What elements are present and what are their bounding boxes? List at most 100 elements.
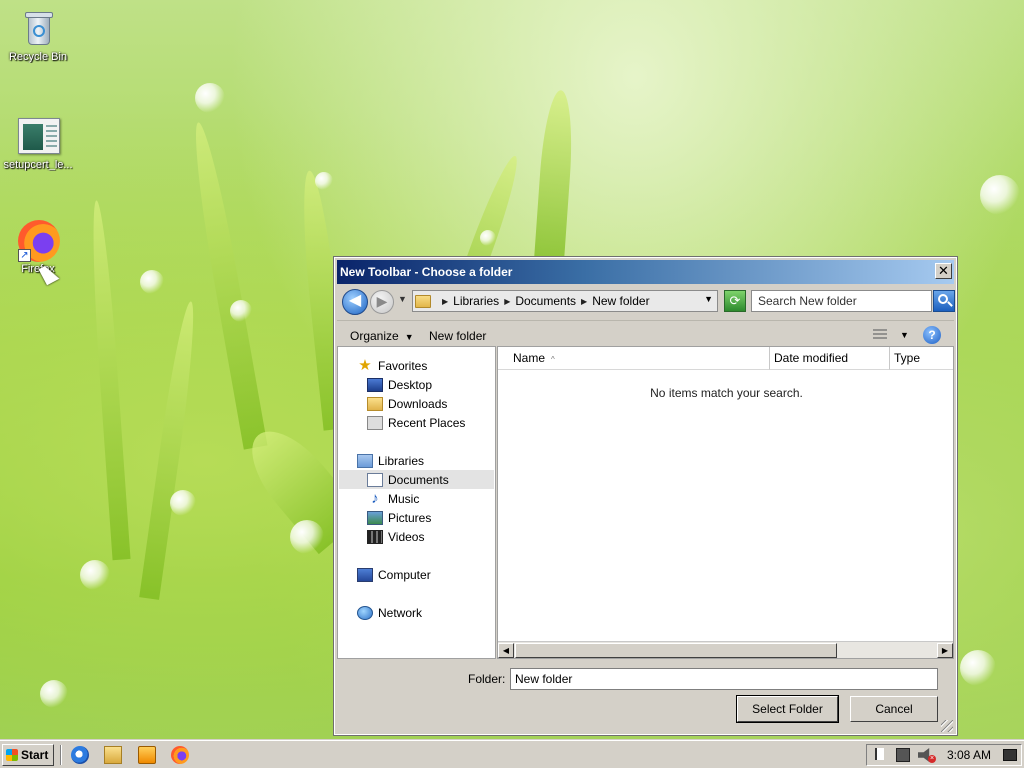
- choose-folder-dialog: New Toolbar - Choose a folder ✕ ◀ ▶ ▼ ▶ …: [333, 256, 958, 736]
- installer-icon: [18, 116, 60, 156]
- system-tray: × 3:08 AM: [866, 744, 1022, 766]
- navigation-bar: ◀ ▶ ▼ ▶ Libraries ▶ Documents ▶ New fold…: [337, 286, 955, 316]
- videos-icon: [367, 529, 383, 544]
- recent-places-icon: [367, 415, 383, 430]
- sidebar-item-label: Pictures: [388, 510, 432, 525]
- sidebar-item-recent-places[interactable]: Recent Places: [367, 413, 465, 432]
- sidebar-item-favorites[interactable]: ★ Favorites: [357, 356, 427, 375]
- crumb-separator-icon[interactable]: ▶: [581, 297, 587, 306]
- column-header-type[interactable]: Type: [890, 347, 953, 370]
- libraries-icon: [357, 453, 373, 468]
- folder-field-label: Folder:: [468, 672, 506, 686]
- breadcrumb-documents[interactable]: Documents: [515, 294, 576, 308]
- action-center-flag-icon[interactable]: [875, 748, 889, 760]
- chevron-down-icon: ▼: [404, 332, 414, 342]
- media-player-icon[interactable]: [138, 746, 156, 764]
- desktop-icon-firefox[interactable]: ↗ Firefox: [0, 220, 76, 275]
- organize-label: Organize: [350, 329, 399, 343]
- sidebar-item-videos[interactable]: Videos: [367, 527, 424, 546]
- dialog-title: New Toolbar - Choose a folder: [340, 265, 513, 279]
- recent-pages-dropdown[interactable]: ▼: [398, 294, 407, 304]
- pictures-icon: [367, 510, 383, 525]
- sidebar-item-desktop[interactable]: Desktop: [367, 375, 432, 394]
- scroll-right-icon[interactable]: ▶: [937, 643, 953, 658]
- column-header-name[interactable]: Name ^: [498, 347, 770, 370]
- sidebar-item-label: Computer: [378, 567, 431, 582]
- scroll-left-icon[interactable]: ◀: [498, 643, 514, 658]
- breadcrumb-libraries[interactable]: Libraries: [453, 294, 499, 308]
- address-bar[interactable]: ▶ Libraries ▶ Documents ▶ New folder ▼: [412, 290, 718, 312]
- desktop-icon-recycle-bin[interactable]: Recycle Bin: [0, 8, 76, 63]
- column-header-date-modified[interactable]: Date modified: [770, 347, 890, 370]
- muted-x-icon: ×: [928, 755, 936, 763]
- sidebar-item-label: Documents: [388, 472, 449, 487]
- start-label: Start: [21, 748, 49, 762]
- clock[interactable]: 3:08 AM: [947, 748, 991, 762]
- more-options-chevron-icon[interactable]: ▼: [900, 330, 909, 340]
- computer-icon: [357, 567, 373, 582]
- search-icon[interactable]: [933, 290, 955, 312]
- sidebar-item-label: Favorites: [378, 358, 428, 373]
- sidebar-item-label: Desktop: [388, 377, 433, 392]
- search-input[interactable]: Search New folder: [751, 290, 932, 312]
- sidebar-item-pictures[interactable]: Pictures: [367, 508, 431, 527]
- scrollbar-thumb[interactable]: [515, 643, 837, 658]
- star-icon: ★: [358, 356, 372, 374]
- network-icon: [357, 605, 373, 620]
- close-button[interactable]: ✕: [935, 263, 952, 279]
- sidebar-item-label: Videos: [388, 529, 425, 544]
- crumb-separator-icon[interactable]: ▶: [504, 297, 510, 306]
- sidebar-item-downloads[interactable]: Downloads: [367, 394, 447, 413]
- taskbar-separator: [60, 745, 62, 765]
- sidebar-item-label: Recent Places: [388, 415, 466, 430]
- change-view-icon[interactable]: [873, 329, 887, 341]
- sidebar-item-computer[interactable]: Computer: [357, 565, 431, 584]
- dialog-titlebar[interactable]: New Toolbar - Choose a folder ✕: [337, 260, 954, 284]
- recycle-bin-icon: [18, 8, 58, 48]
- sidebar-item-label: Downloads: [388, 396, 448, 411]
- sort-ascending-icon: ^: [551, 355, 555, 364]
- sidebar-item-documents[interactable]: Documents: [339, 470, 494, 489]
- sidebar-item-network[interactable]: Network: [357, 603, 422, 622]
- column-header-label: Name: [513, 351, 546, 365]
- cancel-button[interactable]: Cancel: [850, 696, 938, 722]
- windows-explorer-icon[interactable]: [104, 746, 122, 764]
- documents-icon: [367, 472, 383, 487]
- navigation-pane: ★ Favorites Desktop Downloads Recent Pla…: [337, 346, 496, 659]
- sidebar-item-label: Network: [378, 605, 423, 620]
- firefox-icon[interactable]: [171, 746, 189, 764]
- dialog-body: ★ Favorites Desktop Downloads Recent Pla…: [337, 346, 954, 659]
- sidebar-item-label: Libraries: [378, 453, 425, 468]
- refresh-button[interactable]: ⟳: [724, 290, 746, 312]
- desktop-icon-setupcert[interactable]: setupcert_le...: [0, 116, 76, 171]
- folder-name-field[interactable]: New folder: [510, 668, 938, 690]
- shortcut-arrow-icon: ↗: [18, 249, 31, 262]
- sidebar-item-label: Music: [388, 491, 420, 506]
- internet-explorer-icon[interactable]: [71, 746, 89, 764]
- address-dropdown-icon[interactable]: ▼: [704, 294, 713, 304]
- downloads-icon: [367, 396, 383, 411]
- help-button[interactable]: ?: [923, 326, 941, 344]
- resize-grip-icon[interactable]: [941, 720, 953, 732]
- music-icon: ♪: [371, 489, 379, 507]
- new-folder-button[interactable]: New folder: [429, 329, 486, 343]
- sidebar-item-music[interactable]: ♪ Music: [367, 489, 419, 508]
- desktop-icon: [367, 377, 383, 392]
- network-status-icon[interactable]: [896, 748, 910, 762]
- sidebar-item-libraries[interactable]: Libraries: [357, 451, 424, 470]
- select-folder-button[interactable]: Select Folder: [737, 696, 838, 722]
- forward-button[interactable]: ▶: [370, 290, 394, 314]
- back-button[interactable]: ◀: [342, 289, 368, 315]
- horizontal-scrollbar[interactable]: ◀ ▶: [498, 641, 953, 658]
- firefox-icon: ↗: [18, 220, 60, 262]
- organize-button[interactable]: Organize ▼: [350, 329, 414, 343]
- folder-icon: [415, 294, 431, 308]
- desktop-icon-label: setupcert_le...: [3, 159, 73, 171]
- desktop-icon-label: Recycle Bin: [8, 51, 68, 63]
- start-button[interactable]: Start: [2, 744, 54, 766]
- crumb-separator-icon[interactable]: ▶: [442, 297, 448, 306]
- breadcrumb-new-folder[interactable]: New folder: [592, 294, 649, 308]
- file-list-pane: Name ^ Date modified Type No items match …: [497, 346, 954, 659]
- dialog-footer: Folder: New folder Select Folder Cancel: [337, 659, 954, 733]
- show-desktop-icon[interactable]: [1003, 749, 1017, 761]
